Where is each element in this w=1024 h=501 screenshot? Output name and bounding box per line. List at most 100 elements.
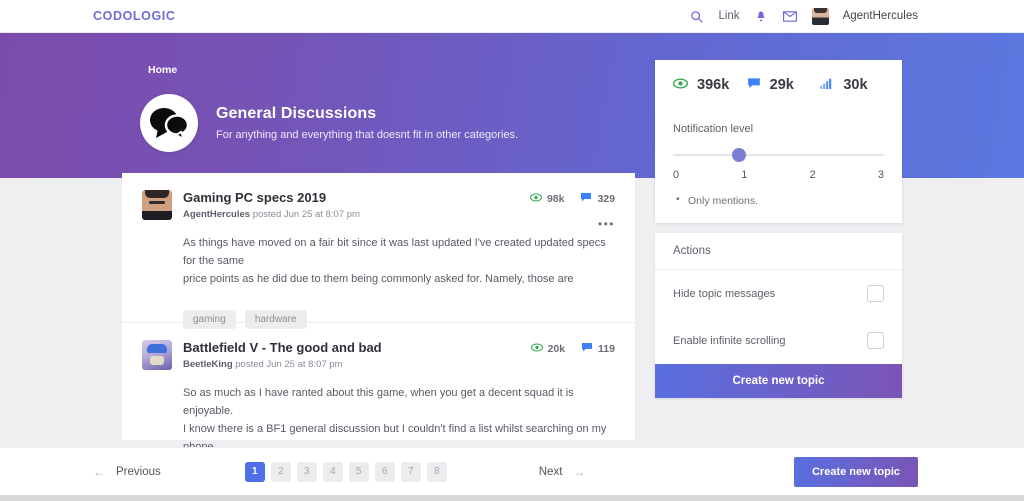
action-hide-topic-messages[interactable]: Hide topic messages	[655, 270, 902, 317]
comment-icon	[580, 192, 592, 205]
page-button-3[interactable]: 3	[297, 462, 317, 482]
nav-link-link[interactable]: Link	[718, 10, 739, 22]
page-button-7[interactable]: 7	[401, 462, 421, 482]
avatar[interactable]	[142, 340, 172, 370]
topic-header: Battlefield V - The good and bad BeetleK…	[142, 340, 615, 370]
slider-track[interactable]	[673, 154, 884, 156]
notification-level-label: Notification level	[673, 123, 902, 135]
topic-meta: Battlefield V - The good and bad BeetleK…	[183, 340, 520, 370]
avatar[interactable]	[812, 8, 829, 25]
page-button-5[interactable]: 5	[349, 462, 369, 482]
breadcrumb[interactable]: Home	[148, 64, 177, 76]
previous-page-label: Previous	[116, 466, 161, 478]
topic-excerpt: So as much as I have ranted about this g…	[183, 384, 615, 457]
page-button-1[interactable]: 1	[245, 462, 265, 482]
page-button-8[interactable]: 8	[427, 462, 447, 482]
reply-count: 329	[580, 192, 615, 205]
page-button-4[interactable]: 4	[323, 462, 343, 482]
stat-activity-value: 30k	[843, 77, 867, 93]
speech-bubbles-icon	[140, 94, 198, 152]
forum-page: CODOLOGIC Link AgentHercules	[0, 0, 1024, 501]
search-icon[interactable]	[689, 9, 704, 24]
topic-excerpt-line-1: So as much as I have ranted about this g…	[183, 384, 615, 420]
topic-title[interactable]: Battlefield V - The good and bad	[183, 340, 520, 355]
slider-tick: 3	[878, 169, 884, 181]
slider-tick-labels: 0 1 2 3	[673, 169, 884, 181]
topic-timestamp: posted Jun 25 at 8:07 pm	[253, 209, 360, 220]
view-count-value: 20k	[548, 343, 566, 355]
create-new-topic-button[interactable]: Create new topic	[655, 364, 902, 398]
action-label: Hide topic messages	[673, 288, 775, 300]
arrow-right-icon: →	[573, 465, 585, 479]
reply-count-value: 329	[597, 193, 615, 205]
previous-page-button[interactable]: ← Previous	[93, 465, 161, 479]
comment-icon	[747, 76, 761, 94]
sidebar-stats-panel: 396k 29k 30k Notif	[655, 60, 902, 223]
view-count-value: 98k	[547, 193, 565, 205]
topic-author[interactable]: AgentHercules	[183, 209, 250, 220]
slider-tick: 1	[741, 169, 747, 181]
brand-logo[interactable]: CODOLOGIC	[93, 9, 175, 23]
next-page-button[interactable]: Next →	[539, 465, 586, 479]
pagination: 1 2 3 4 5 6 7 8	[245, 462, 447, 482]
topic-meta: Gaming PC specs 2019 AgentHercules poste…	[183, 190, 519, 220]
checkbox-enable-infinite-scrolling[interactable]	[867, 332, 884, 349]
actions-title: Actions	[655, 233, 902, 270]
avatar[interactable]	[142, 190, 172, 220]
mail-icon[interactable]	[783, 9, 798, 24]
action-label: Enable infinite scrolling	[673, 335, 786, 347]
category-text: General Discussions For anything and eve…	[216, 105, 518, 141]
stat-views: 396k	[673, 76, 737, 94]
reply-count-value: 119	[598, 343, 615, 355]
page-title: General Discussions	[216, 105, 518, 123]
topic-title[interactable]: Gaming PC specs 2019	[183, 190, 519, 205]
eye-icon	[673, 76, 688, 94]
eye-icon	[531, 343, 543, 355]
next-page-label: Next	[539, 466, 563, 478]
nav-right-group: Link AgentHercules	[689, 8, 918, 25]
page-button-2[interactable]: 2	[271, 462, 291, 482]
eye-icon	[530, 193, 542, 205]
top-navigation-bar: CODOLOGIC Link AgentHercules	[0, 0, 1024, 33]
topic-stats: 20k 119	[531, 340, 615, 355]
topic-author[interactable]: BeetleKing	[183, 359, 233, 370]
slider-handle[interactable]	[732, 148, 746, 162]
topic-header: Gaming PC specs 2019 AgentHercules poste…	[142, 190, 615, 220]
checkbox-hide-topic-messages[interactable]	[867, 285, 884, 302]
topic-byline: BeetleKing posted Jun 25 at 8:07 pm	[183, 359, 520, 370]
pagination-footer: ← Previous 1 2 3 4 5 6 7 8 Next → Create…	[0, 447, 1024, 495]
category-header: General Discussions For anything and eve…	[140, 94, 518, 152]
topic-stats: 98k 329	[530, 190, 615, 205]
comment-icon	[581, 342, 593, 355]
ellipsis-icon[interactable]: •••	[598, 218, 615, 230]
stat-comments: 29k	[747, 76, 811, 94]
arrow-left-icon: ←	[93, 465, 105, 479]
stats-row: 396k 29k 30k	[655, 60, 902, 94]
bars-icon	[820, 76, 834, 94]
topic-excerpt: As things have moved on a fair bit since…	[183, 234, 615, 288]
horizontal-scrollbar[interactable]	[0, 495, 1024, 501]
stat-activity: 30k	[820, 76, 884, 94]
topic-timestamp: posted Jun 25 at 8:07 pm	[235, 359, 342, 370]
notification-description: Only mentions.	[688, 195, 902, 207]
notification-level-slider[interactable]	[673, 148, 884, 162]
slider-tick: 2	[810, 169, 816, 181]
page-subtitle: For anything and everything that doesnt …	[216, 129, 518, 141]
page-button-6[interactable]: 6	[375, 462, 395, 482]
slider-tick: 0	[673, 169, 679, 181]
stat-views-value: 396k	[697, 77, 729, 93]
table-row[interactable]: Battlefield V - The good and bad BeetleK…	[122, 323, 635, 440]
sidebar-actions-panel: Actions Hide topic messages Enable infin…	[655, 233, 902, 398]
topic-list: Gaming PC specs 2019 AgentHercules poste…	[122, 173, 635, 440]
topic-excerpt-line-2: price points as he did due to them being…	[183, 270, 615, 288]
bell-icon[interactable]	[754, 9, 769, 24]
username-label[interactable]: AgentHercules	[843, 10, 918, 22]
topic-excerpt-line-1: As things have moved on a fair bit since…	[183, 234, 615, 270]
action-enable-infinite-scrolling[interactable]: Enable infinite scrolling	[655, 317, 902, 364]
create-new-topic-button-footer[interactable]: Create new topic	[794, 457, 918, 487]
topic-byline: AgentHercules posted Jun 25 at 8:07 pm	[183, 209, 519, 220]
view-count: 20k	[531, 343, 566, 355]
table-row[interactable]: Gaming PC specs 2019 AgentHercules poste…	[122, 173, 635, 323]
stat-comments-value: 29k	[770, 77, 794, 93]
reply-count: 119	[581, 342, 615, 355]
